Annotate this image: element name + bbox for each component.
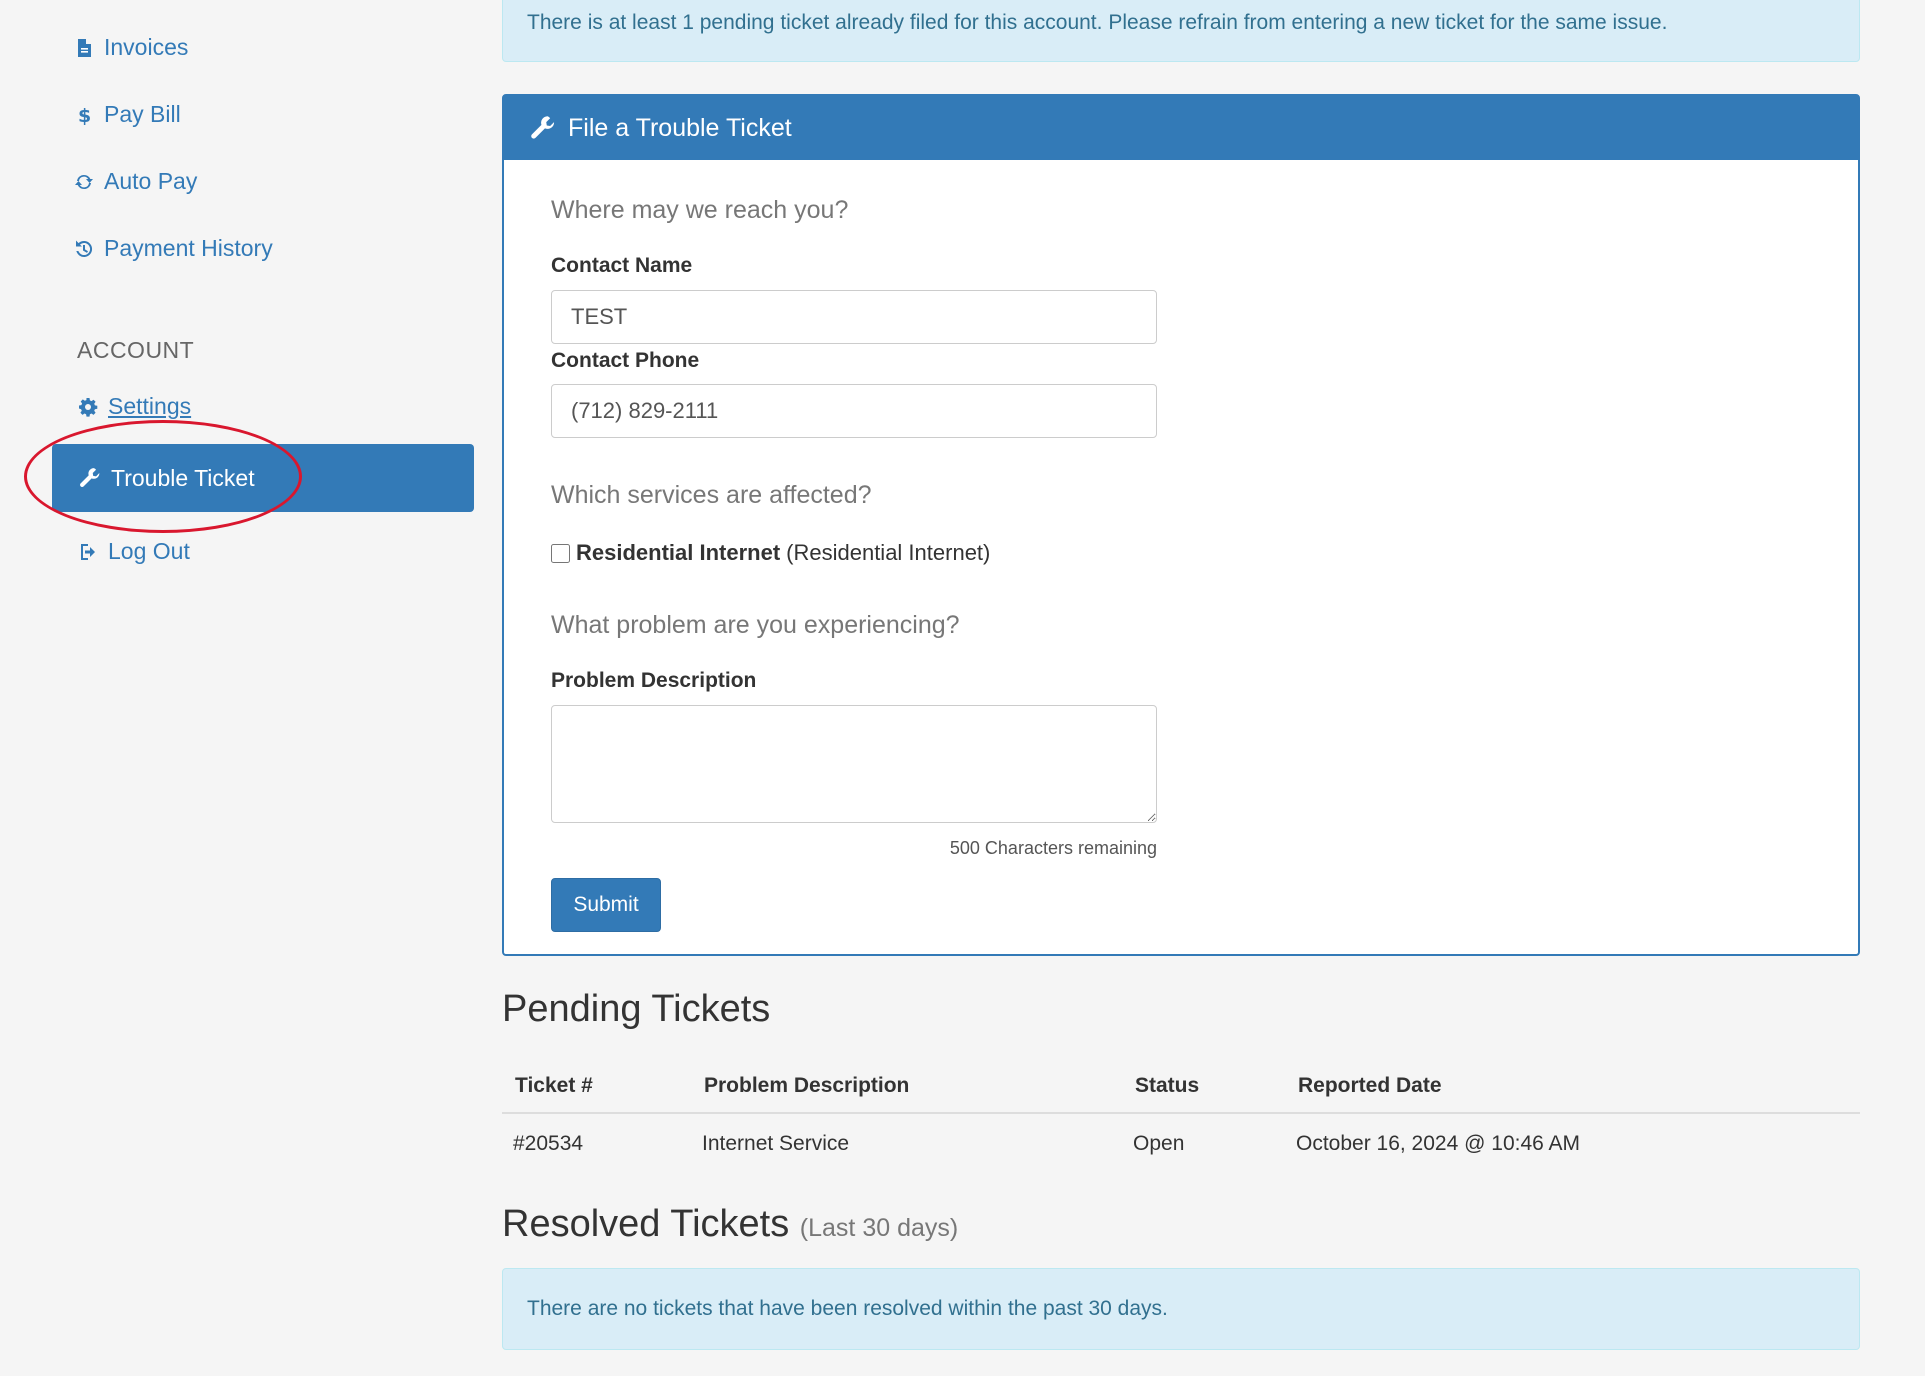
pending-tickets-heading: Pending Tickets (502, 988, 771, 1030)
refresh-icon (75, 174, 93, 189)
table-row: #20534 Internet Service Open October 16,… (502, 1113, 1860, 1174)
resolved-heading-text: Resolved Tickets (502, 1203, 790, 1245)
sidebar-item-label: Pay Bill (104, 101, 181, 127)
contact-name-input[interactable] (551, 290, 1157, 344)
gear-icon (79, 397, 98, 417)
dollar-icon: $ (78, 105, 91, 125)
wrench-icon (531, 116, 555, 139)
contact-phone-input[interactable] (551, 384, 1157, 438)
sidebar-item-settings[interactable]: Settings (78, 393, 191, 420)
reach-question: Where may we reach you? (551, 196, 849, 224)
service-detail: (Residential Internet) (786, 540, 991, 565)
resolved-subheading: (Last 30 days) (799, 1214, 959, 1242)
sign-out-icon (81, 543, 95, 560)
services-question: Which services are affected? (551, 481, 872, 509)
contact-phone-label: Contact Phone (551, 349, 700, 372)
svg-text:$: $ (78, 105, 91, 125)
ticket-reported-date: October 16, 2024 @ 10:46 AM (1296, 1132, 1580, 1155)
sidebar-item-label: Invoices (104, 34, 189, 60)
file-icon (78, 38, 91, 57)
column-header-reported-date: Reported Date (1285, 1060, 1860, 1114)
sidebar-item-label: Trouble Ticket (111, 464, 255, 491)
table-header-row: Ticket # Problem Description Status Repo… (502, 1060, 1860, 1114)
pending-tickets-table: Ticket # Problem Description Status Repo… (502, 1060, 1860, 1174)
problem-question: What problem are you experiencing? (551, 611, 960, 639)
service-name: Residential Internet (576, 540, 781, 565)
ticket-problem: Internet Service (702, 1132, 850, 1155)
sidebar-item-invoices[interactable]: Invoices (74, 34, 188, 61)
wrench-icon (80, 468, 100, 487)
trouble-ticket-panel: File a Trouble Ticket Where may we reach… (502, 94, 1860, 956)
account-section-label: ACCOUNT (77, 337, 195, 363)
service-option-residential-internet[interactable]: Residential Internet (Residential Intern… (551, 540, 990, 566)
sidebar-item-label: Payment History (104, 235, 273, 261)
column-header-status: Status (1122, 1060, 1285, 1114)
no-resolved-alert: There are no tickets that have been reso… (502, 1268, 1860, 1350)
sidebar-item-label: Settings (108, 393, 192, 419)
resolved-tickets-heading: Resolved Tickets (Last 30 days) (502, 1203, 958, 1246)
problem-description-label: Problem Description (551, 669, 757, 692)
sidebar: Invoices $ Pay Bill Auto Pay Payment His… (0, 0, 480, 1376)
contact-name-label: Contact Name (551, 254, 693, 277)
submit-button[interactable]: Submit (551, 878, 661, 932)
characters-remaining: 500 Characters remaining (949, 838, 1157, 858)
sidebar-item-label: Log Out (108, 538, 190, 564)
column-header-ticket: Ticket # (502, 1060, 691, 1114)
problem-description-textarea[interactable] (551, 705, 1157, 823)
sidebar-item-log-out[interactable]: Log Out (78, 538, 190, 565)
sidebar-item-pay-bill[interactable]: $ Pay Bill (74, 101, 181, 128)
residential-internet-checkbox[interactable] (551, 543, 570, 563)
column-header-problem: Problem Description (691, 1060, 1122, 1114)
pending-ticket-alert: There is at least 1 pending ticket alrea… (502, 0, 1860, 62)
sidebar-item-auto-pay[interactable]: Auto Pay (74, 168, 197, 195)
sidebar-item-label: Auto Pay (104, 168, 198, 194)
panel-heading: File a Trouble Ticket (504, 96, 1858, 160)
sidebar-item-trouble-ticket[interactable]: Trouble Ticket (52, 444, 474, 512)
ticket-number: #20534 (513, 1132, 584, 1155)
ticket-status: Open (1133, 1132, 1185, 1155)
panel-title: File a Trouble Ticket (568, 113, 792, 142)
history-icon (76, 240, 93, 257)
sidebar-item-payment-history[interactable]: Payment History (74, 235, 273, 262)
